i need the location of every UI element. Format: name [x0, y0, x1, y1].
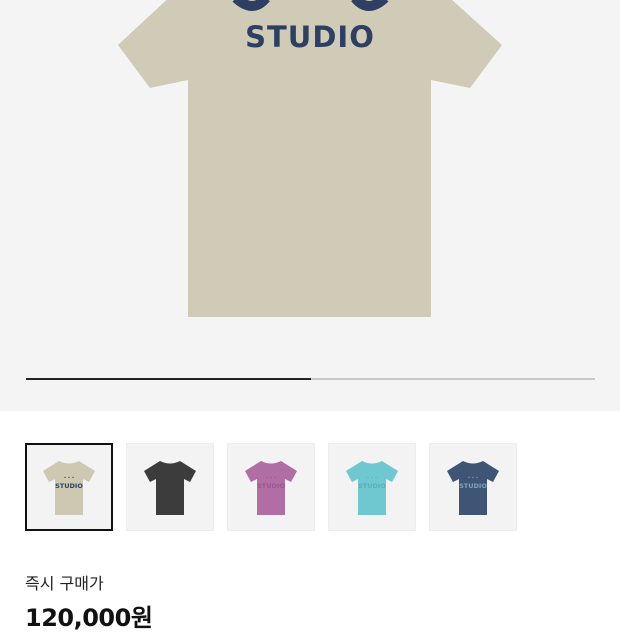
- tshirt-image: STUDIO: [118, 0, 502, 317]
- thumbnail-print-text: STUDIO: [55, 482, 83, 490]
- instant-buy-label: 즉시 구매가: [25, 574, 104, 593]
- svg-text:• • •: • • •: [64, 476, 75, 481]
- svg-text:• • •: • • •: [468, 476, 479, 481]
- instant-buy-price: 120,000원: [25, 604, 153, 632]
- gallery-progress-fill: [26, 378, 311, 380]
- thumbnail-print-text: STUDIO: [257, 482, 285, 490]
- thumb-purple[interactable]: • • • STUDIO: [227, 443, 315, 531]
- thumbnail-print-text: STUDIO: [358, 482, 386, 490]
- tshirt-thumbnail-image: [144, 461, 196, 515]
- thumb-navy[interactable]: • • • STUDIO: [429, 443, 517, 531]
- svg-text:• • •: • • •: [367, 476, 378, 481]
- tshirt-thumbnail-image: • • •STUDIO: [447, 461, 499, 515]
- tshirt-thumbnail-image: • • •STUDIO: [346, 461, 398, 515]
- tshirt-thumbnail-image: • • •STUDIO: [245, 461, 297, 515]
- thumb-beige[interactable]: • • • STUDIO: [25, 443, 113, 531]
- tshirt-thumbnail-image: • • •STUDIO: [43, 461, 95, 515]
- product-image-gallery[interactable]: STUDIO: [0, 0, 620, 411]
- thumbnail-strip: • • • STUDIO • • • STUDIO • • • STUDIO • • • ST…: [25, 443, 517, 531]
- shirt-brand-text: STUDIO: [245, 20, 375, 54]
- gallery-progress-bar: [26, 378, 595, 380]
- thumbnail-print-text: STUDIO: [459, 482, 487, 490]
- thumb-charcoal[interactable]: [126, 443, 214, 531]
- svg-text:• • •: • • •: [266, 476, 277, 481]
- thumb-aqua[interactable]: • • • STUDIO: [328, 443, 416, 531]
